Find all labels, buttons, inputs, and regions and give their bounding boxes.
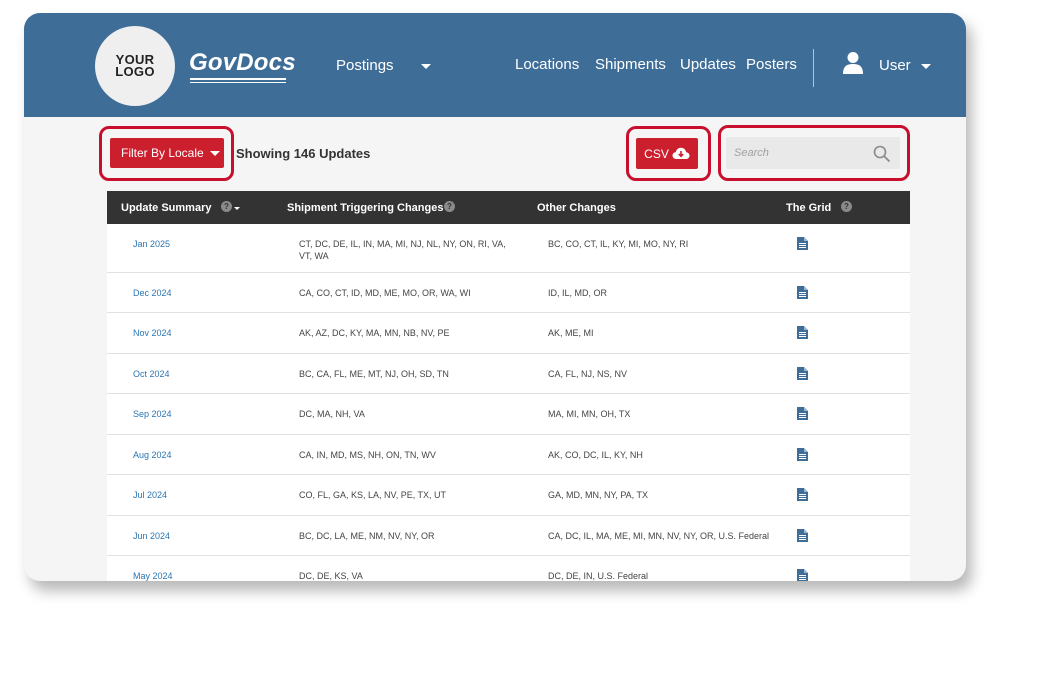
table-row: Jul 2024 CO, FL, GA, KS, LA, NV, PE, TX,…: [107, 475, 910, 516]
search-icon[interactable]: [873, 145, 891, 163]
sort-chevron-down-icon[interactable]: [234, 207, 240, 210]
other-changes: BC, CO, CT, IL, KY, MI, MO, NY, RI: [548, 239, 689, 249]
table-header: Update Summary ? Shipment Triggering Cha…: [107, 191, 910, 224]
document-icon[interactable]: [797, 237, 808, 250]
table-row: May 2024 DC, DE, KS, VA DC, DE, IN, U.S.…: [107, 556, 910, 581]
update-date-link[interactable]: Sep 2024: [133, 408, 172, 420]
table-row: Jan 2025 CT, DC, DE, IL, IN, MA, MI, NJ,…: [107, 224, 910, 273]
other-changes: AK, ME, MI: [548, 328, 594, 338]
table-row: Sep 2024 DC, MA, NH, VA MA, MI, MN, OH, …: [107, 394, 910, 435]
filter-label: Filter By Locale: [121, 146, 204, 160]
nav-locations[interactable]: Locations: [515, 56, 579, 73]
table-row: Jun 2024 BC, DC, LA, ME, NM, NV, NY, OR …: [107, 516, 910, 556]
triggering-changes: DC, DE, KS, VA: [299, 571, 363, 581]
nav-updates[interactable]: Updates: [680, 56, 736, 73]
document-icon[interactable]: [797, 326, 808, 339]
nav-shipments[interactable]: Shipments: [595, 56, 666, 73]
nav-posters[interactable]: Posters: [746, 56, 797, 73]
filter-by-locale-button[interactable]: Filter By Locale: [110, 138, 224, 168]
update-date-link[interactable]: Jun 2024: [133, 530, 170, 542]
update-date-link[interactable]: Jan 2025: [133, 238, 170, 250]
showing-count: Showing 146 Updates: [236, 146, 371, 161]
table-row: Oct 2024 BC, CA, FL, ME, MT, NJ, OH, SD,…: [107, 354, 910, 394]
other-changes: ID, IL, MD, OR: [548, 288, 608, 298]
other-changes: CA, FL, NJ, NS, NV: [548, 369, 628, 379]
company-logo[interactable]: YOUR LOGO: [95, 26, 175, 106]
cloud-download-icon: [672, 147, 690, 159]
update-date-link[interactable]: Aug 2024: [133, 449, 172, 461]
search-box[interactable]: [726, 137, 900, 169]
update-date-link[interactable]: Oct 2024: [133, 368, 170, 380]
help-icon[interactable]: ?: [221, 201, 232, 212]
col-the-grid: The Grid: [786, 202, 832, 214]
help-icon[interactable]: ?: [444, 201, 455, 212]
triggering-changes: CO, FL, GA, KS, LA, NV, PE, TX, UT: [299, 490, 447, 500]
document-icon[interactable]: [797, 569, 808, 581]
col-update-summary[interactable]: Update Summary: [121, 202, 211, 214]
table-body: Jan 2025 CT, DC, DE, IL, IN, MA, MI, NJ,…: [107, 224, 910, 581]
user-menu[interactable]: User: [879, 57, 911, 74]
document-icon[interactable]: [797, 286, 808, 299]
triggering-changes: CT, DC, DE, IL, IN, MA, MI, NJ, NL, NY, …: [299, 239, 506, 261]
update-date-link[interactable]: Dec 2024: [133, 287, 172, 299]
triggering-changes: BC, CA, FL, ME, MT, NJ, OH, SD, TN: [299, 369, 449, 379]
other-changes: GA, MD, MN, NY, PA, TX: [548, 490, 649, 500]
document-icon[interactable]: [797, 488, 808, 501]
filter-chevron-down-icon: [209, 150, 220, 156]
document-icon[interactable]: [797, 367, 808, 380]
triggering-changes: DC, MA, NH, VA: [299, 409, 365, 419]
other-changes: MA, MI, MN, OH, TX: [548, 409, 631, 419]
document-icon[interactable]: [797, 448, 808, 461]
update-date-link[interactable]: Jul 2024: [133, 489, 167, 501]
table-row: Aug 2024 CA, IN, MD, MS, NH, ON, TN, WV …: [107, 435, 910, 475]
brand-name[interactable]: GovDocs: [189, 49, 296, 77]
postings-dropdown[interactable]: Postings: [336, 57, 394, 74]
document-icon[interactable]: [797, 407, 808, 420]
triggering-changes: CA, IN, MD, MS, NH, ON, TN, WV: [299, 450, 436, 460]
col-shipment-triggering: Shipment Triggering Changes: [287, 202, 444, 214]
triggering-changes: AK, AZ, DC, KY, MA, MN, NB, NV, PE: [299, 328, 450, 338]
chevron-down-icon: [421, 64, 431, 69]
user-icon[interactable]: [842, 51, 864, 75]
triggering-changes: BC, DC, LA, ME, NM, NV, NY, OR: [299, 531, 435, 541]
table-row: Nov 2024 AK, AZ, DC, KY, MA, MN, NB, NV,…: [107, 313, 910, 354]
app-window: YOUR LOGO GovDocs Postings Locations Shi…: [24, 13, 966, 581]
col-other-changes: Other Changes: [537, 202, 616, 214]
help-icon[interactable]: ?: [841, 201, 852, 212]
top-navbar: YOUR LOGO GovDocs Postings Locations Shi…: [24, 13, 966, 117]
triggering-changes: CA, CO, CT, ID, MD, ME, MO, OR, WA, WI: [299, 288, 471, 298]
brand-underline-secondary: [190, 82, 286, 83]
csv-label: CSV: [644, 146, 669, 161]
user-chevron-down-icon: [921, 64, 931, 69]
logo-line2: LOGO: [115, 64, 155, 79]
nav-divider: [813, 49, 814, 87]
update-date-link[interactable]: May 2024: [133, 570, 173, 581]
other-changes: DC, DE, IN, U.S. Federal: [548, 571, 649, 581]
other-changes: CA, DC, IL, MA, ME, MI, MN, NV, NY, OR, …: [548, 531, 770, 541]
update-date-link[interactable]: Nov 2024: [133, 327, 172, 339]
table-row: Dec 2024 CA, CO, CT, ID, MD, ME, MO, OR,…: [107, 273, 910, 313]
brand-underline: [190, 78, 286, 80]
document-icon[interactable]: [797, 529, 808, 542]
other-changes: AK, CO, DC, IL, KY, NH: [548, 450, 643, 460]
csv-download-button[interactable]: CSV: [636, 138, 698, 169]
search-input[interactable]: [734, 143, 864, 163]
